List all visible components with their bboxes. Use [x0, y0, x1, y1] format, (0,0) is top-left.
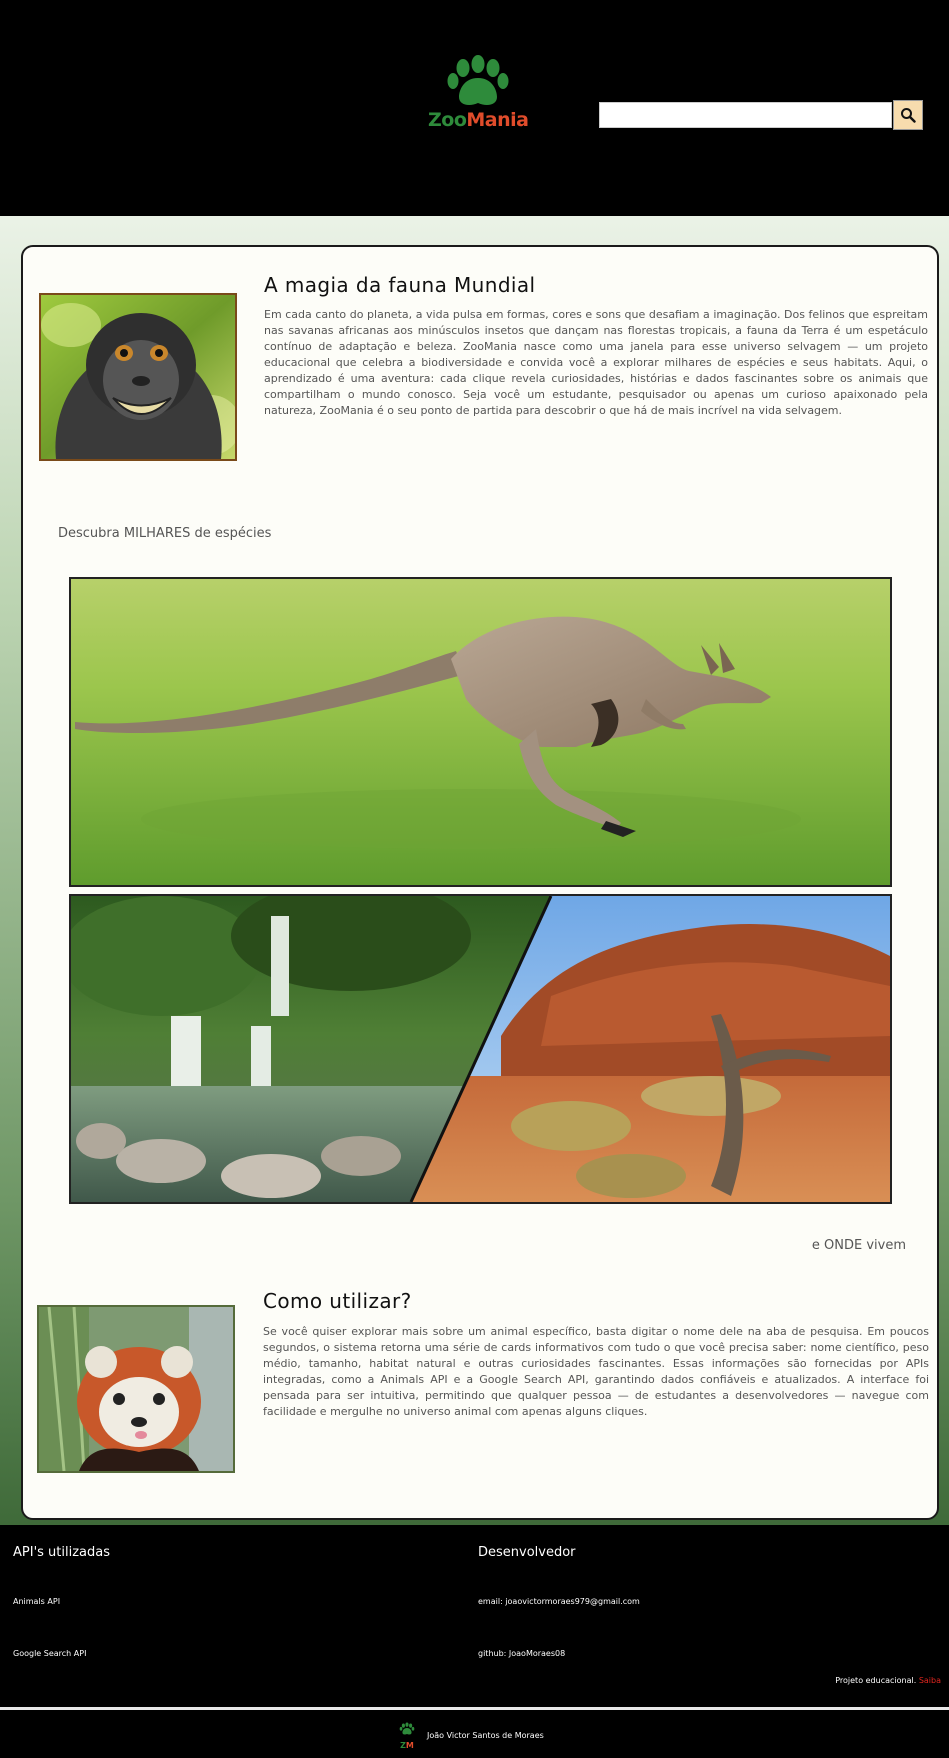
- section-title-fauna: A magia da fauna Mundial: [264, 273, 536, 297]
- search-input[interactable]: [599, 102, 892, 128]
- mini-logo-part-m: M: [405, 1741, 414, 1750]
- footer-credit-name: João Victor Santos de Moraes: [427, 1730, 544, 1740]
- footer-note: Projeto educacional. Saiba: [835, 1676, 941, 1685]
- footer-api-item[interactable]: Google Search API: [13, 1649, 86, 1658]
- logo-part-zoo: Zoo: [428, 109, 467, 131]
- logo-wordmark: ZooMania: [428, 109, 529, 131]
- search-button[interactable]: [893, 100, 923, 130]
- site-footer: API's utilizadas Animals API Google Sear…: [0, 1525, 949, 1758]
- site-header: ZooMania: [0, 0, 949, 216]
- monkey-photo: [39, 293, 237, 461]
- footer-divider: [0, 1707, 949, 1710]
- kangaroo-photo: [69, 577, 892, 887]
- caption-species: Descubra MILHARES de espécies: [58, 526, 272, 541]
- section-text-fauna: Em cada canto do planeta, a vida pulsa e…: [264, 308, 928, 417]
- zoomania-logo[interactable]: ZooMania: [428, 54, 529, 138]
- red-panda-photo: [37, 1305, 235, 1473]
- footer-note-link[interactable]: Saiba: [919, 1676, 941, 1685]
- footer-note-text: Projeto educacional.: [835, 1676, 917, 1685]
- paw-icon: [447, 55, 509, 105]
- caption-where: e ONDE vivem: [811, 1238, 906, 1253]
- footer-mini-logo-text: ZM: [395, 1741, 419, 1750]
- search-icon: [901, 108, 916, 123]
- habitats-photo: [69, 894, 892, 1204]
- section-text-how-to-use: Se você quiser explorar mais sobre um an…: [263, 1325, 929, 1418]
- footer-dev-email[interactable]: email: joaovictormoraes979@gmail.com: [478, 1597, 640, 1606]
- search-bar: [599, 100, 923, 130]
- paw-icon: [399, 1722, 415, 1735]
- footer-api-item[interactable]: Animals API: [13, 1597, 60, 1606]
- footer-dev-github[interactable]: github: JoaoMoraes08: [478, 1649, 565, 1658]
- footer-mini-logo: ZM: [395, 1717, 419, 1753]
- main-content-card: A magia da fauna Mundial Em cada canto d…: [21, 245, 939, 1520]
- logo-part-mania: Mania: [466, 109, 529, 131]
- section-title-how-to-use: Como utilizar?: [263, 1289, 412, 1313]
- footer-credit: ZM João Victor Santos de Moraes: [395, 1717, 544, 1753]
- footer-developer-title: Desenvolvedor: [478, 1545, 576, 1560]
- footer-apis-title: API's utilizadas: [13, 1545, 110, 1560]
